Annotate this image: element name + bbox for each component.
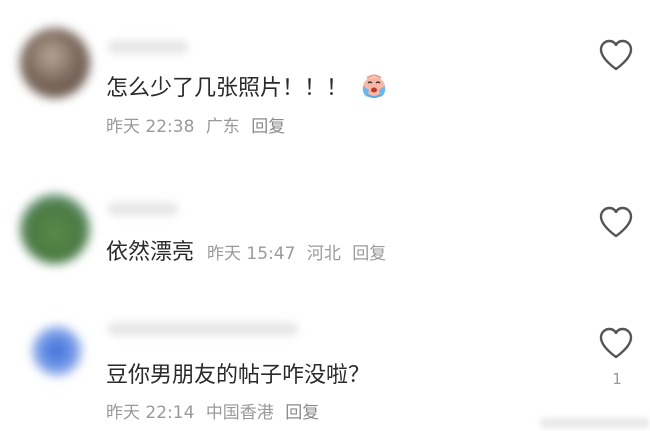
crying-face-emoji-icon [359,72,389,100]
avatar[interactable] [20,194,90,264]
comment-meta: 昨天 22:14 中国香港 回复 [106,402,325,424]
comment-time: 昨天 22:38 [106,117,195,137]
comment-text: 豆你男朋友的帖子咋没啦？ [106,362,370,390]
comment-location: 广东 [205,117,240,137]
username-blurred[interactable] [108,202,178,216]
comment-item: 豆你男朋友的帖子咋没啦？ 昨天 22:14 中国香港 回复 1 [0,300,650,431]
comment-time: 昨天 22:14 [106,403,195,423]
comment-text: 依然漂亮 昨天 15:47 河北 回复 [106,239,392,268]
avatar[interactable] [20,28,90,98]
avatar[interactable] [32,326,82,376]
heart-icon [599,39,633,71]
comment-text-content: 豆你男朋友的帖子咋没啦？ [106,363,371,388]
reply-button[interactable]: 回复 [352,244,386,264]
heart-icon [599,327,633,359]
like-button[interactable] [597,205,635,239]
comment-time: 昨天 15:47 [207,244,296,264]
comment-location: 中国香港 [205,403,274,423]
reply-button[interactable]: 回复 [285,403,319,423]
username-blurred[interactable] [108,40,188,54]
like-count: 1 [612,370,622,388]
comment-meta: 昨天 22:38 广东 回复 [106,116,291,138]
comment-item: 依然漂亮 昨天 15:47 河北 回复 [0,150,650,300]
comment-text-content: 怎么少了几张照片！！！ [106,76,349,101]
comment-text-content: 依然漂亮 [106,240,195,265]
username-blurred[interactable] [108,322,298,336]
comment-meta: 昨天 15:47 河北 回复 [207,244,392,264]
comment-text: 怎么少了几张照片！！！ [106,72,389,103]
heart-icon [599,206,633,238]
reply-button[interactable]: 回复 [251,117,285,137]
comment-item: 怎么少了几张照片！！！ 昨天 22:38 广东 回复 [0,0,650,150]
like-button[interactable] [597,38,635,72]
comment-location: 河北 [306,244,341,264]
blurred-watermark [540,418,650,428]
like-button[interactable] [597,326,635,360]
